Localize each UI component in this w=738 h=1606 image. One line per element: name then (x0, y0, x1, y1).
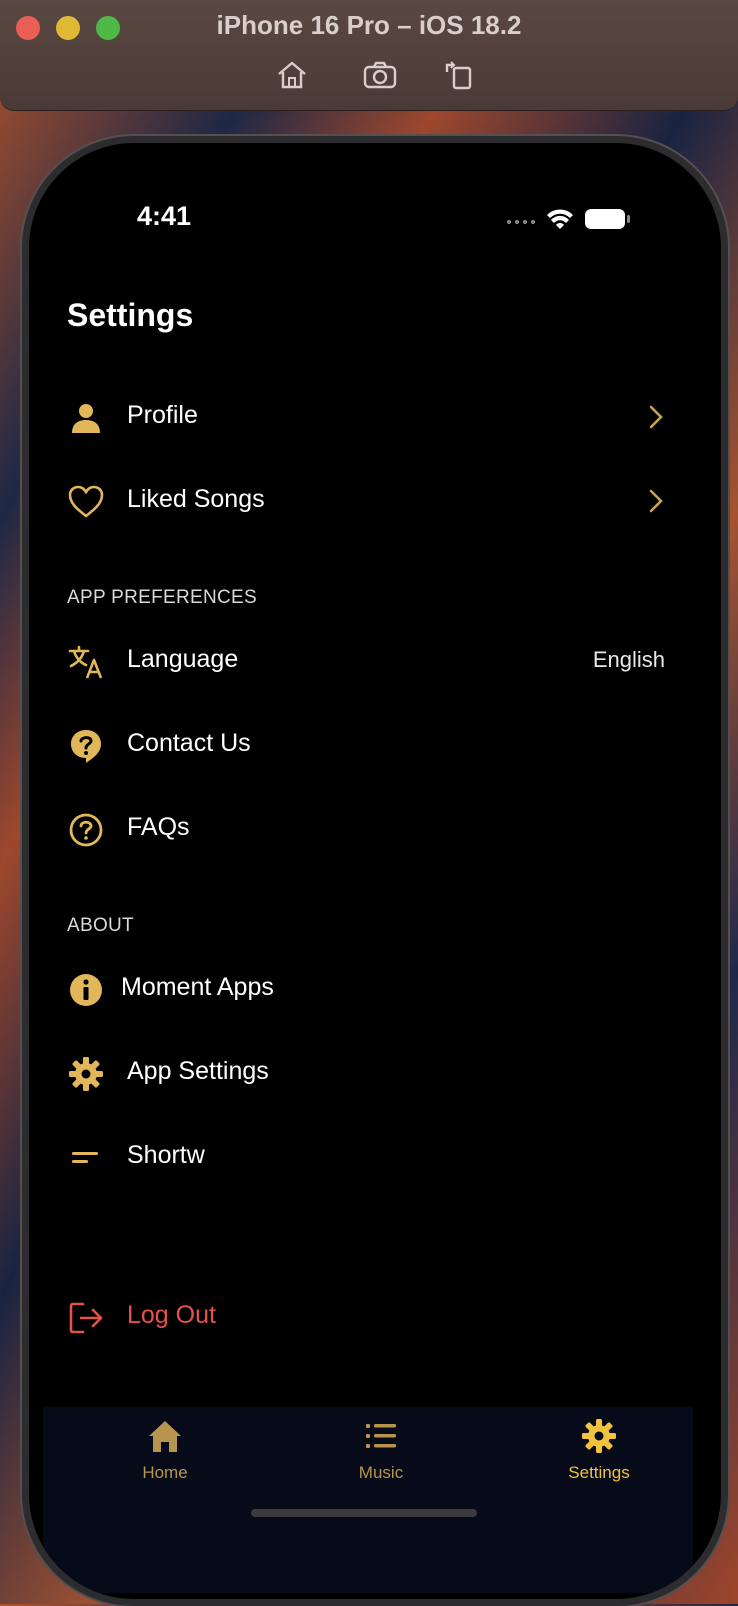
window-title: iPhone 16 Pro – iOS 18.2 (216, 10, 522, 40)
status-time: 4:41 (137, 201, 192, 231)
gear-icon (582, 1419, 616, 1453)
settings-row-moment-apps[interactable]: Moment Apps (67, 961, 665, 1017)
row-label: Log Out (127, 1301, 216, 1329)
tab-label: Music (358, 1463, 404, 1482)
heart-icon (68, 485, 104, 518)
question-circle-icon (69, 813, 103, 847)
logout-icon (69, 1302, 103, 1334)
settings-row-app-settings[interactable]: App Settings (67, 1045, 665, 1101)
tab-bar: Home Music Settings (43, 1407, 693, 1593)
tab-home[interactable]: Home (95, 1417, 235, 1497)
home-button-icon[interactable] (274, 58, 310, 92)
row-label: Moment Apps (121, 973, 274, 1001)
settings-row-liked-songs[interactable]: Liked Songs (67, 473, 665, 529)
row-label: App Settings (127, 1057, 269, 1085)
simulator-titlebar: iPhone 16 Pro – iOS 18.2 (0, 0, 738, 111)
row-label: Contact Us (127, 729, 251, 757)
tab-settings[interactable]: Settings (529, 1417, 669, 1497)
tab-label: Home (142, 1463, 188, 1482)
cellular-signal-icon (507, 220, 535, 224)
page-title: Settings (67, 297, 194, 333)
help-bubble-icon (71, 730, 101, 763)
status-indicators (507, 209, 630, 229)
settings-row-shortw[interactable]: Shortw (67, 1129, 665, 1185)
chevron-right-icon (649, 405, 663, 429)
chevron-right-icon (649, 489, 663, 513)
row-label: Shortw (127, 1141, 205, 1169)
language-value: English (592, 647, 665, 672)
iphone-device-frame: 4:41 Settings Profile Liked Songs APP PR… (22, 136, 728, 1606)
translate-icon (68, 645, 103, 679)
row-label: Liked Songs (127, 485, 265, 513)
tab-label: Settings (568, 1463, 630, 1482)
home-icon (149, 1421, 181, 1452)
short-text-icon (72, 1152, 98, 1163)
settings-row-language[interactable]: Language English (67, 633, 665, 689)
list-icon (366, 1424, 396, 1448)
row-label: Profile (127, 401, 198, 429)
wifi-icon (547, 209, 573, 229)
row-label: Language (127, 645, 239, 673)
info-circle-icon (70, 974, 102, 1006)
tab-music[interactable]: Music (311, 1417, 451, 1497)
section-header-app-preferences: APP PREFERENCES (67, 587, 257, 608)
settings-row-profile[interactable]: Profile (67, 389, 665, 445)
gear-icon (69, 1057, 103, 1091)
section-header-about: ABOUT (67, 915, 134, 936)
screenshot-camera-icon[interactable] (362, 58, 398, 92)
row-label: FAQs (127, 813, 190, 841)
battery-icon (585, 209, 630, 229)
person-icon (72, 404, 100, 433)
home-indicator[interactable] (251, 1509, 477, 1517)
rotate-device-icon[interactable] (442, 58, 478, 92)
settings-row-faqs[interactable]: FAQs (67, 801, 665, 857)
settings-row-contact-us[interactable]: Contact Us (67, 717, 665, 773)
logout-button[interactable]: Log Out (67, 1289, 665, 1345)
